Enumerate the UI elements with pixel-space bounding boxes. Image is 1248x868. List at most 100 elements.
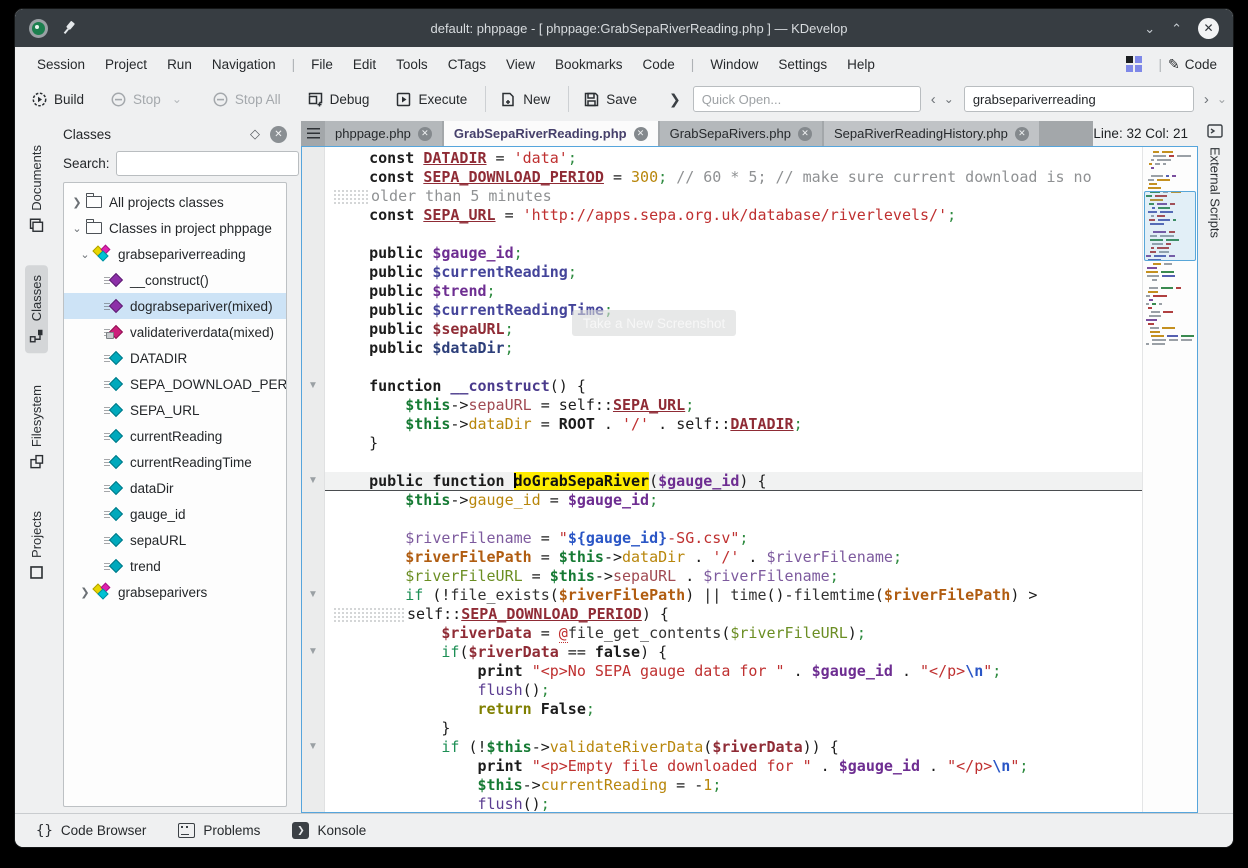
menu-item-tools[interactable]: Tools xyxy=(386,57,438,72)
code-line[interactable]: flush(); xyxy=(325,681,1197,700)
menu-item-settings[interactable]: Settings xyxy=(768,57,837,72)
tab-close-icon[interactable]: ✕ xyxy=(634,127,648,141)
menu-item-code[interactable]: Code xyxy=(633,57,685,72)
search-next-chevron-icon[interactable]: › xyxy=(1204,91,1209,108)
detach-panel-icon[interactable]: ◇ xyxy=(250,126,260,142)
tree-item-grabsepariverreading[interactable]: ⌄grabsepariverreading xyxy=(64,241,286,267)
statusbar-item-problems[interactable]: Problems xyxy=(178,823,260,838)
menu-item-bookmarks[interactable]: Bookmarks xyxy=(545,57,633,72)
tree-item-currentreadingtime[interactable]: currentReadingTime xyxy=(64,449,286,475)
fold-marker-icon[interactable]: ▼ xyxy=(306,380,320,391)
tree-item-classes-in-project-phppage[interactable]: ⌄Classes in project phppage xyxy=(64,215,286,241)
document-list-icon[interactable] xyxy=(301,121,325,146)
sidebar-tab-filesystem[interactable]: Filesystem xyxy=(25,375,48,479)
close-button[interactable]: ✕ xyxy=(1198,18,1219,39)
close-panel-icon[interactable]: ✕ xyxy=(270,126,287,143)
debug-button[interactable]: Debug xyxy=(307,91,370,107)
code-line[interactable]: function __construct() { xyxy=(325,377,1197,396)
save-button[interactable]: Save xyxy=(583,91,637,107)
menu-item-window[interactable]: Window xyxy=(700,57,768,72)
tree-item--construct-[interactable]: __construct() xyxy=(64,267,286,293)
tree-item-sepa-url[interactable]: SEPA_URL xyxy=(64,397,286,423)
search-options-chevron-icon[interactable]: ⌄ xyxy=(1217,92,1227,106)
external-scripts-icon[interactable] xyxy=(1207,123,1223,139)
code-line[interactable]: $riverData = @file_get_contents($riverFi… xyxy=(325,624,1197,643)
code-line[interactable]: public function doGrabSepaRiver($gauge_i… xyxy=(325,472,1197,491)
tree-item-grabseparivers[interactable]: ❯grabseparivers xyxy=(64,579,286,605)
expander-collapsed-icon[interactable]: ❯ xyxy=(78,586,92,599)
code-line[interactable]: const SEPA_DOWNLOAD_PERIOD = 300; // 60 … xyxy=(325,168,1197,187)
tree-item-datadir[interactable]: DATADIR xyxy=(64,345,286,371)
menu-item-navigation[interactable]: Navigation xyxy=(202,57,286,72)
area-switcher-icon[interactable] xyxy=(1126,56,1142,72)
execute-button[interactable]: Execute xyxy=(395,91,467,107)
code-line[interactable]: print "<p>No SEPA gauge data for " . $ga… xyxy=(325,662,1197,681)
menu-item-run[interactable]: Run xyxy=(157,57,202,72)
code-area[interactable]: const DATADIR = 'data'; const SEPA_DOWNL… xyxy=(325,149,1197,812)
fold-marker-icon[interactable]: ▼ xyxy=(306,589,320,600)
code-line[interactable]: const DATADIR = 'data'; xyxy=(325,149,1197,168)
nav-back-chevron-icon[interactable]: ‹ xyxy=(931,91,936,108)
menu-item-project[interactable]: Project xyxy=(95,57,157,72)
code-line[interactable]: print "<p>Empty file downloaded for " . … xyxy=(325,757,1197,776)
right-dock-tab-external-scripts[interactable]: External Scripts xyxy=(1208,147,1223,238)
expander-expanded-icon[interactable]: ⌄ xyxy=(70,222,84,235)
editor-tab-separiverreadinghistory.php[interactable]: SepaRiverReadingHistory.php✕ xyxy=(824,121,1039,146)
fold-marker-icon[interactable]: ▼ xyxy=(306,741,320,752)
menu-item-edit[interactable]: Edit xyxy=(343,57,386,72)
quick-open-input[interactable] xyxy=(693,86,921,112)
new-button[interactable]: New xyxy=(500,91,550,107)
fold-marker-icon[interactable]: ▼ xyxy=(306,475,320,486)
code-line[interactable]: } xyxy=(325,434,1197,453)
code-line[interactable]: public $dataDir; xyxy=(325,339,1197,358)
fold-marker-icon[interactable]: ▼ xyxy=(306,646,320,657)
code-line[interactable]: $riverFilePath = $this->dataDir . '/' . … xyxy=(325,548,1197,567)
code-line[interactable]: if($riverData == false) { xyxy=(325,643,1197,662)
sidebar-tab-documents[interactable]: Documents xyxy=(25,135,48,243)
tree-item-dograbsepariver-mixed-[interactable]: dograbsepariver(mixed) xyxy=(64,293,286,319)
nav-dropdown-chevron-icon[interactable]: ⌄ xyxy=(944,92,954,106)
code-line[interactable]: public $currentReadingTime; xyxy=(325,301,1197,320)
code-line[interactable]: older than 5 minutes xyxy=(325,187,1197,206)
code-line[interactable]: $this->gauge_id = $gauge_id; xyxy=(325,491,1197,510)
tab-close-icon[interactable]: ✕ xyxy=(418,127,432,141)
tree-item-sepa-download-period[interactable]: SEPA_DOWNLOAD_PERIOD xyxy=(64,371,286,397)
classes-search-input[interactable] xyxy=(116,151,299,176)
titlebar[interactable]: default: phppage - [ phppage:GrabSepaRiv… xyxy=(15,9,1233,47)
code-line[interactable]: flush(); xyxy=(325,795,1197,813)
menu-item-view[interactable]: View xyxy=(496,57,545,72)
code-line[interactable]: $this->currentReading = -1; xyxy=(325,776,1197,795)
code-line[interactable]: $riverFileURL = $this->sepaURL . $riverF… xyxy=(325,567,1197,586)
code-line[interactable]: return False; xyxy=(325,700,1197,719)
tree-item-sepaurl[interactable]: sepaURL xyxy=(64,527,286,553)
code-line[interactable] xyxy=(325,453,1197,472)
dropdown-chevron-icon[interactable]: ⌄ xyxy=(172,92,182,106)
sidebar-tab-classes[interactable]: Classes xyxy=(25,265,48,353)
code-line[interactable]: $riverFilename = "${gauge_id}-SG.csv"; xyxy=(325,529,1197,548)
tree-item-currentreading[interactable]: currentReading xyxy=(64,423,286,449)
code-line[interactable]: if (!file_exists($riverFilePath) || time… xyxy=(325,586,1197,605)
code-line[interactable]: if (!$this->validateRiverData($riverData… xyxy=(325,738,1197,757)
code-line[interactable]: $this->dataDir = ROOT . '/' . self::DATA… xyxy=(325,415,1197,434)
tree-item-all-projects-classes[interactable]: ❯All projects classes xyxy=(64,189,286,215)
minimap-viewport[interactable] xyxy=(1144,191,1196,261)
pin-icon[interactable] xyxy=(59,18,79,38)
editor-search-input[interactable] xyxy=(964,86,1194,112)
expander-expanded-icon[interactable]: ⌄ xyxy=(78,248,92,261)
menu-item-help[interactable]: Help xyxy=(837,57,885,72)
editor-icon-border[interactable]: ▼ ▼ ▼ ▼ ▼ xyxy=(302,147,325,812)
tab-close-icon[interactable]: ✕ xyxy=(798,127,812,141)
menu-item-ctags[interactable]: CTags xyxy=(438,57,496,72)
expander-collapsed-icon[interactable]: ❯ xyxy=(70,196,84,209)
tree-item-trend[interactable]: trend xyxy=(64,553,286,579)
menu-item-file[interactable]: File xyxy=(301,57,343,72)
code-line[interactable]: public $currentReading; xyxy=(325,263,1197,282)
editor-tab-grabsepariverreading.php[interactable]: GrabSepaRiverReading.php✕ xyxy=(444,121,658,146)
sidebar-tab-projects[interactable]: Projects xyxy=(25,501,48,590)
tree-item-gauge-id[interactable]: gauge_id xyxy=(64,501,286,527)
code-line[interactable] xyxy=(325,225,1197,244)
toolbar-overflow-chevron-icon[interactable]: ❯ xyxy=(669,91,681,108)
code-line[interactable]: public $gauge_id; xyxy=(325,244,1197,263)
build-button[interactable]: Build xyxy=(31,91,84,107)
code-line[interactable]: const SEPA_URL = 'http://apps.sepa.org.u… xyxy=(325,206,1197,225)
